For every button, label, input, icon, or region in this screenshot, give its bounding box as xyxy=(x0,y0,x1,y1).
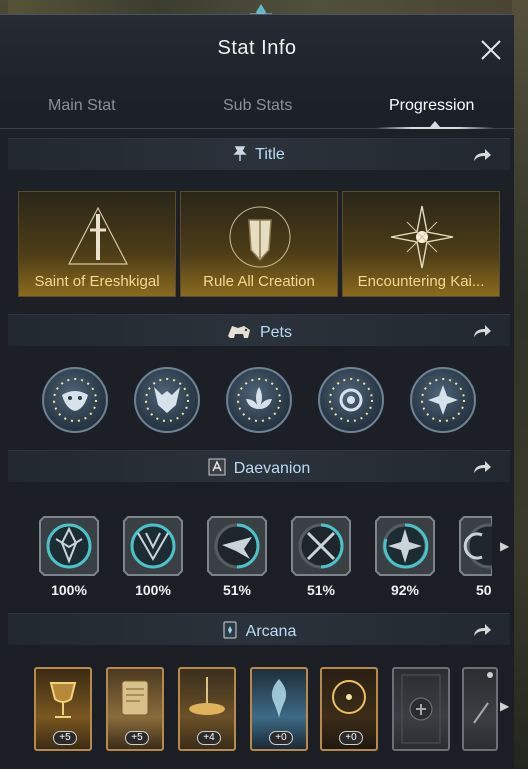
share-arrow-icon[interactable] xyxy=(472,459,492,475)
lotus-icon xyxy=(237,378,281,422)
ring-card-icon xyxy=(332,680,366,714)
tab-progression[interactable]: Progression xyxy=(389,97,474,115)
daevanion-slot[interactable] xyxy=(374,515,436,577)
share-arrow-icon[interactable] xyxy=(472,147,492,163)
section-arcana-bar: Arcana xyxy=(8,613,510,645)
daevanion-slot[interactable] xyxy=(38,515,100,577)
rune-icon xyxy=(208,458,226,476)
daevanion-slot[interactable] xyxy=(290,515,352,577)
treasure-card-icon xyxy=(189,677,225,715)
pet-slot[interactable] xyxy=(318,367,384,433)
sword-triangle-icon xyxy=(68,206,128,265)
eye-icon xyxy=(329,378,373,422)
share-arrow-icon[interactable] xyxy=(472,323,492,339)
panel-title: Stat Info xyxy=(217,37,297,59)
section-title-label: Title xyxy=(255,146,285,163)
daevanion-percent: 92% xyxy=(390,582,420,598)
arcana-scroll-right-icon[interactable]: ▶ xyxy=(500,699,509,713)
daevanion-percent: 100% xyxy=(135,582,171,598)
wolf-icon xyxy=(145,378,189,422)
daevanion-percent: 100% xyxy=(51,582,87,598)
pin-icon xyxy=(233,146,247,161)
background-right-strip xyxy=(512,0,528,769)
section-daevanion-bar: Daevanion xyxy=(8,450,510,482)
section-arcana-label: Arcana xyxy=(245,623,297,640)
arcana-card-locked[interactable] xyxy=(392,667,450,751)
shield-emblem-icon xyxy=(229,206,291,268)
arcana-card[interactable]: +4 xyxy=(178,667,236,751)
panel-header: Stat Info xyxy=(0,15,514,85)
leaf-star-icon xyxy=(421,378,465,422)
daevanion-percent: 50 xyxy=(476,582,492,598)
section-pets-label: Pets xyxy=(259,324,292,341)
arcana-card[interactable]: +0 xyxy=(250,667,308,751)
title-card-label: Encountering Kai... xyxy=(357,273,485,290)
title-card[interactable]: Saint of Ereshkigal xyxy=(18,191,176,297)
daevanion-percent: 51% xyxy=(306,582,336,598)
star-compass-icon xyxy=(390,205,454,269)
arcana-level: +0 xyxy=(269,731,293,745)
arcana-card[interactable]: +5 xyxy=(34,667,92,751)
pet-slot[interactable] xyxy=(134,367,200,433)
tab-sub-stats[interactable]: Sub Stats xyxy=(223,97,292,115)
arcana-card[interactable]: +0 xyxy=(320,667,378,751)
daevanion-slot[interactable] xyxy=(206,515,268,577)
pet-slot[interactable] xyxy=(42,367,108,433)
close-icon[interactable] xyxy=(474,33,508,67)
arcana-level: +4 xyxy=(197,731,221,745)
pet-icon xyxy=(227,326,250,338)
tab-bar: Main Stat Sub Stats Progression xyxy=(0,85,514,129)
mask-icon xyxy=(53,378,97,422)
card-icon xyxy=(223,621,237,639)
spirit-card-icon xyxy=(271,679,287,719)
pet-slot[interactable] xyxy=(226,367,292,433)
section-title-bar: Title xyxy=(8,138,510,170)
title-card-label: Saint of Ereshkigal xyxy=(34,273,160,290)
arcana-level: +0 xyxy=(339,731,363,745)
daevanion-scroll-right-icon[interactable]: ▶ xyxy=(500,539,509,553)
title-card[interactable]: Rule All Creation xyxy=(180,191,338,297)
chalice-card-icon xyxy=(49,682,77,718)
section-daevanion-label: Daevanion xyxy=(233,460,311,477)
daevanion-slot[interactable] xyxy=(458,515,492,577)
daevanion-slot[interactable] xyxy=(122,515,184,577)
section-pets-bar: Pets xyxy=(8,314,510,346)
arcana-card[interactable]: +5 xyxy=(106,667,164,751)
pet-slot[interactable] xyxy=(410,367,476,433)
stat-info-panel: Stat Info Main Stat Sub Stats Progressio… xyxy=(0,14,514,769)
locked-card-icon xyxy=(401,674,441,744)
share-arrow-icon[interactable] xyxy=(472,622,492,638)
title-card[interactable]: Encountering Kai... xyxy=(342,191,500,297)
arcana-level: +5 xyxy=(125,731,149,745)
locked-card-icon xyxy=(473,672,493,724)
arcana-card-locked[interactable] xyxy=(462,667,498,751)
scroll-card-icon xyxy=(121,680,149,716)
tab-main-stat[interactable]: Main Stat xyxy=(48,97,116,115)
daevanion-percent: 51% xyxy=(222,582,252,598)
arcana-level: +5 xyxy=(53,731,77,745)
active-tab-underline xyxy=(376,127,494,129)
title-card-label: Rule All Creation xyxy=(203,273,315,290)
